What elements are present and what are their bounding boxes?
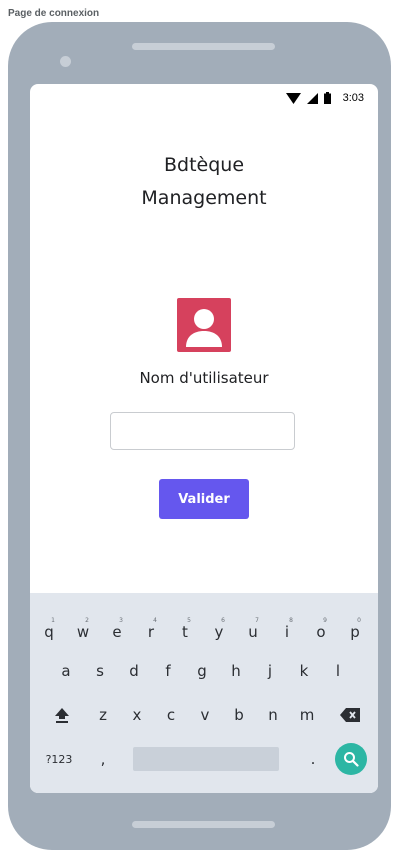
app-title: Bdtèque Management [30, 149, 378, 215]
top-speaker [132, 43, 275, 50]
keyboard-row-1: 1q 2w 3e 4r 5t 6y 7u 8i 9o 0p [30, 609, 378, 649]
key-t-label: t [182, 623, 188, 641]
key-s[interactable]: s [85, 651, 115, 691]
key-q[interactable]: 1q [34, 609, 64, 649]
key-w-label: w [76, 623, 90, 641]
submit-button[interactable]: Valider [159, 479, 249, 519]
status-bar: 3:03 [285, 90, 364, 106]
key-w[interactable]: 2w [68, 609, 98, 649]
key-g[interactable]: g [187, 651, 217, 691]
shift-icon[interactable] [47, 695, 77, 735]
key-o[interactable]: 9o [306, 609, 336, 649]
username-label: Nom d'utilisateur [139, 369, 269, 387]
key-h[interactable]: h [221, 651, 251, 691]
user-icon [177, 298, 231, 352]
username-input[interactable] [110, 412, 295, 450]
phone-frame: 3:03 Bdtèque Management Nom d'utilisateu… [8, 22, 391, 850]
key-l[interactable]: l [323, 651, 353, 691]
key-p-hint: 0 [357, 617, 361, 624]
search-icon[interactable] [335, 743, 367, 775]
key-comma[interactable]: , [88, 739, 118, 779]
key-n[interactable]: n [258, 695, 288, 735]
key-t-hint: 5 [187, 617, 191, 624]
bottom-speaker [132, 821, 275, 828]
key-symbols[interactable]: ?123 [44, 739, 74, 779]
keyboard-row-2: a s d f g h j k l [30, 651, 378, 691]
page-caption: Page de connexion [8, 8, 100, 19]
key-f[interactable]: f [153, 651, 183, 691]
key-j[interactable]: j [255, 651, 285, 691]
spacebar[interactable] [133, 747, 279, 771]
cell-signal-icon [306, 92, 318, 104]
key-u-label: u [248, 623, 258, 641]
wifi-icon [285, 92, 301, 104]
status-time: 3:03 [342, 92, 364, 104]
key-c[interactable]: c [156, 695, 186, 735]
key-b[interactable]: b [224, 695, 254, 735]
front-camera [60, 56, 71, 67]
key-q-label: q [44, 623, 54, 641]
soft-keyboard: 1q 2w 3e 4r 5t 6y 7u 8i 9o 0p a s d f g … [30, 593, 378, 793]
key-k[interactable]: k [289, 651, 319, 691]
key-z[interactable]: z [88, 695, 118, 735]
keyboard-row-3: z x c v b n m [30, 695, 378, 735]
key-r-label: r [147, 623, 155, 641]
key-p[interactable]: 0p [340, 609, 370, 649]
key-y[interactable]: 6y [204, 609, 234, 649]
key-i-label: i [284, 623, 290, 641]
keyboard-row-4: ?123 , . [30, 739, 378, 779]
key-r-hint: 4 [153, 617, 157, 624]
key-m[interactable]: m [292, 695, 322, 735]
phone-screen: 3:03 Bdtèque Management Nom d'utilisateu… [30, 84, 378, 793]
key-period[interactable]: . [298, 739, 328, 779]
key-i[interactable]: 8i [272, 609, 302, 649]
key-a[interactable]: a [51, 651, 81, 691]
key-v[interactable]: v [190, 695, 220, 735]
key-e-hint: 3 [119, 617, 123, 624]
key-w-hint: 2 [85, 617, 89, 624]
app-title-line1: Bdtèque [163, 154, 245, 176]
key-d[interactable]: d [119, 651, 149, 691]
key-o-label: o [316, 623, 326, 641]
key-i-hint: 8 [289, 617, 293, 624]
key-e[interactable]: 3e [102, 609, 132, 649]
backspace-icon[interactable] [335, 695, 365, 735]
key-x[interactable]: x [122, 695, 152, 735]
key-r[interactable]: 4r [136, 609, 166, 649]
key-y-label: y [214, 623, 224, 641]
key-e-label: e [112, 623, 122, 641]
key-q-hint: 1 [51, 617, 55, 624]
key-u[interactable]: 7u [238, 609, 268, 649]
app-title-line2: Management [141, 187, 267, 209]
key-t[interactable]: 5t [170, 609, 200, 649]
key-p-label: p [350, 623, 360, 641]
key-o-hint: 9 [323, 617, 327, 624]
key-u-hint: 7 [255, 617, 259, 624]
battery-icon [323, 92, 331, 104]
key-y-hint: 6 [221, 617, 225, 624]
